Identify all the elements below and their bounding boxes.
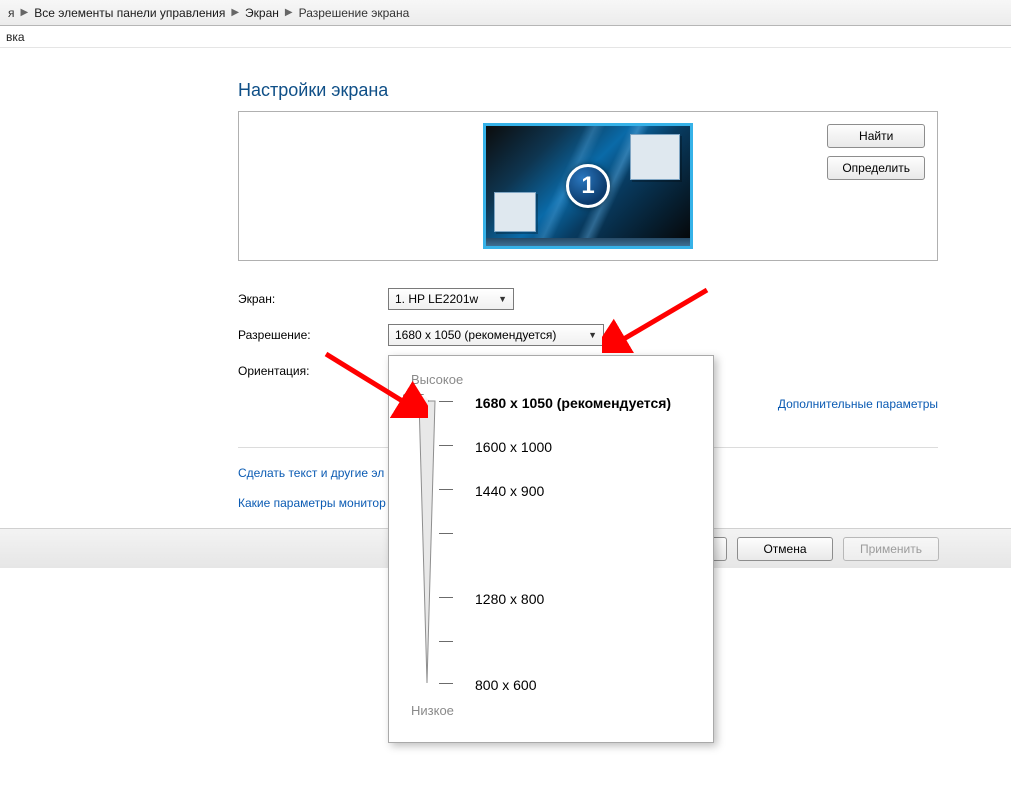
cancel-button[interactable]: Отмена bbox=[737, 537, 833, 561]
resolution-low-label: Низкое bbox=[411, 703, 695, 718]
page-title: Настройки экрана bbox=[238, 80, 981, 101]
resolution-option[interactable]: 1600 x 1000 bbox=[475, 439, 552, 455]
monitor-preview[interactable]: 1 bbox=[483, 123, 693, 249]
monitor-number-badge: 1 bbox=[566, 164, 610, 208]
breadcrumb-prefix: я bbox=[4, 6, 19, 20]
resolution-dropdown[interactable]: 1680 x 1050 (рекомендуется) ▼ bbox=[388, 324, 604, 346]
screen-label: Экран: bbox=[238, 292, 388, 306]
orientation-label: Ориентация: bbox=[238, 364, 388, 378]
resolution-option[interactable]: 1280 x 800 bbox=[475, 591, 544, 607]
preview-taskbar-decoration bbox=[486, 238, 690, 246]
resolution-option[interactable]: 1680 x 1050 (рекомендуется) bbox=[475, 395, 671, 411]
identify-button[interactable]: Определить bbox=[827, 156, 925, 180]
menubar: вка bbox=[0, 26, 1011, 48]
chevron-right-icon: ▶ bbox=[229, 7, 241, 18]
resolution-option[interactable]: 1440 x 900 bbox=[475, 483, 544, 499]
apply-button: Применить bbox=[843, 537, 939, 561]
chevron-right-icon: ▶ bbox=[19, 7, 31, 18]
screen-dropdown-value: 1. HP LE2201w bbox=[395, 292, 478, 306]
resolution-label: Разрешение: bbox=[238, 328, 388, 342]
chevron-down-icon: ▼ bbox=[588, 330, 597, 340]
resolution-slider[interactable]: 1680 x 1050 (рекомендуется) 1600 x 1000 … bbox=[411, 397, 695, 697]
preview-window-decoration bbox=[494, 192, 536, 232]
preview-window-decoration bbox=[630, 134, 680, 180]
chevron-right-icon: ▶ bbox=[283, 7, 295, 18]
monitor-preview-panel: Найти Определить 1 bbox=[238, 111, 938, 261]
breadcrumb-control-panel[interactable]: Все элементы панели управления bbox=[30, 6, 229, 20]
chevron-down-icon: ▼ bbox=[498, 294, 507, 304]
breadcrumb-display[interactable]: Экран bbox=[241, 6, 283, 20]
resolution-high-label: Высокое bbox=[411, 372, 695, 387]
breadcrumb-resolution: Разрешение экрана bbox=[295, 6, 414, 20]
resolution-option[interactable]: 800 x 600 bbox=[475, 677, 537, 693]
menu-fragment[interactable]: вка bbox=[6, 30, 25, 44]
resolution-dropdown-value: 1680 x 1050 (рекомендуется) bbox=[395, 328, 556, 342]
screen-dropdown[interactable]: 1. HP LE2201w ▼ bbox=[388, 288, 514, 310]
breadcrumb: я ▶ Все элементы панели управления ▶ Экр… bbox=[0, 0, 1011, 26]
resolution-popup[interactable]: Высокое 1680 x 1050 (рекомендуется) 1600… bbox=[388, 355, 714, 743]
find-button[interactable]: Найти bbox=[827, 124, 925, 148]
advanced-settings-link[interactable]: Дополнительные параметры bbox=[778, 397, 938, 411]
